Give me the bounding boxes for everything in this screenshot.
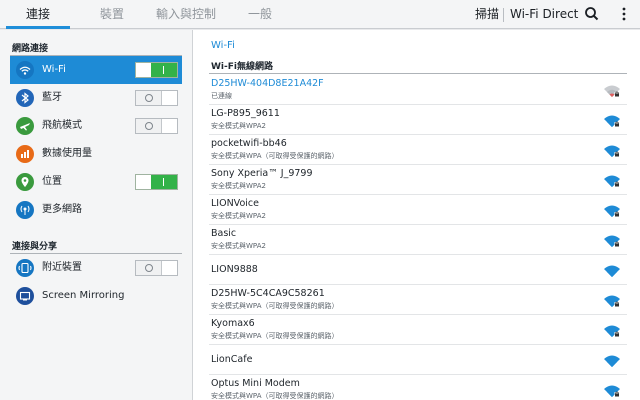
wifi-toggle[interactable] [135,62,178,78]
sidebar-item-screen-mirroring[interactable]: Screen Mirroring [10,282,182,310]
wifi-lock-icon [603,233,621,247]
sidebar-item-label: 數據使用量 [42,148,92,159]
wifi-icon [16,61,34,79]
network-name: D25HW-5C4CA9C58261 [211,288,325,299]
nearby-devices-toggle[interactable] [135,260,178,276]
sidebar-item-label: Wi-Fi [42,64,66,75]
wifi-signal-icon [603,353,621,367]
nearby-devices-icon [16,259,34,277]
wifi-lock-icon [603,173,621,187]
list-header: Wi-Fi無線網路 [211,62,273,72]
network-name: Sony Xperia™ J_9799 [211,168,313,179]
network-name: LION9888 [211,264,258,275]
network-name: pocketwifi-bb46 [211,138,287,149]
location-toggle[interactable] [135,174,178,190]
wifi-lock-icon [603,203,621,217]
network-row[interactable]: Kyomax6 安全模式與WPA（可取得受保護的網路） [209,315,627,345]
sidebar-item-bluetooth[interactable]: 藍牙 [10,84,182,112]
network-name: Optus Mini Modem [211,378,300,389]
network-row[interactable]: Optus Mini Modem 安全模式與WPA（可取得受保護的網路） [209,375,627,400]
top-bar: 連接 裝置 輸入與控制 一般 掃描 Wi-Fi Direct [0,0,640,29]
sidebar-item-wifi[interactable]: Wi-Fi [10,56,182,84]
divider [503,8,504,22]
active-tab-indicator [6,26,70,29]
sidebar-item-label: 更多網路 [42,204,82,215]
network-name: LG-P895_9611 [211,108,280,119]
overflow-menu-icon[interactable] [614,4,634,24]
network-security-status: 安全模式與WPA2 [211,122,266,130]
network-row[interactable]: pocketwifi-bb46 安全模式與WPA（可取得受保護的網路） [209,135,627,165]
search-icon[interactable] [582,4,602,24]
sidebar: 網路連接 Wi-Fi 藍牙 飛航模式 數據使用量 位置 更多網路 連接與分享 附… [0,30,193,400]
sidebar-item-label: 飛航模式 [42,120,82,131]
bluetooth-icon [16,89,34,107]
wifi-lock-icon [603,383,621,397]
sidebar-item-label: 位置 [42,176,62,187]
network-row[interactable]: D25HW-404D8E21A42F 已連線 [209,75,627,105]
network-row[interactable]: LionCafe [209,345,627,375]
network-row[interactable]: Sony Xperia™ J_9799 安全模式與WPA2 [209,165,627,195]
network-row[interactable]: D25HW-5C4CA9C58261 安全模式與WPA（可取得受保護的網路） [209,285,627,315]
wifi-lock-icon [603,143,621,157]
network-security-status: 安全模式與WPA2 [211,212,266,220]
sidebar-item-label: Screen Mirroring [42,290,125,301]
data-usage-icon [16,145,34,163]
sidebar-item-label: 附近裝置 [42,262,82,273]
network-security-status: 安全模式與WPA2 [211,182,266,190]
network-name: Basic [211,228,237,239]
network-name: Kyomax6 [211,318,255,329]
wifi-signal-icon [603,263,621,277]
sidebar-item-airplane[interactable]: 飛航模式 [10,112,182,140]
network-security-status: 安全模式與WPA（可取得受保護的網路） [211,392,339,400]
scan-button[interactable]: 掃描 [475,0,499,29]
sidebar-item-location[interactable]: 位置 [10,168,182,196]
section-header-network: 網路連接 [12,44,49,54]
network-security-status: 安全模式與WPA（可取得受保護的網路） [211,302,339,310]
wifi-lock-icon [603,323,621,337]
location-icon [16,173,34,191]
bluetooth-toggle[interactable] [135,90,178,106]
airplane-toggle[interactable] [135,118,178,134]
network-security-status: 已連線 [211,92,232,100]
network-row[interactable]: LION9888 [209,255,627,285]
page-title: Wi-Fi [211,40,235,51]
network-row[interactable]: LG-P895_9611 安全模式與WPA2 [209,105,627,135]
more-networks-icon [16,201,34,219]
wifi-panel: Wi-Fi Wi-Fi無線網路 D25HW-404D8E21A42F 已連線 LG-… [193,30,640,400]
section-header-sharing: 連接與分享 [12,242,58,252]
wifi-signal-icon [603,83,621,97]
sidebar-item-data-usage[interactable]: 數據使用量 [10,140,182,168]
wifi-direct-button[interactable]: Wi-Fi Direct [510,0,578,29]
network-security-status: 安全模式與WPA2 [211,242,266,250]
network-name: LionCafe [211,354,253,365]
tab-connections[interactable]: 連接 [6,0,70,29]
section-divider [209,73,627,74]
network-row[interactable]: LIONVoice 安全模式與WPA2 [209,195,627,225]
tab-controls[interactable]: 輸入與控制 [150,0,222,29]
screen-mirroring-icon [16,287,34,305]
sidebar-item-label: 藍牙 [42,92,62,103]
network-name: LIONVoice [211,198,259,209]
network-security-status: 安全模式與WPA（可取得受保護的網路） [211,152,339,160]
wifi-lock-icon [603,113,621,127]
wifi-lock-icon [603,293,621,307]
network-name: D25HW-404D8E21A42F [211,78,324,89]
tab-general[interactable]: 一般 [232,0,288,29]
airplane-icon [16,117,34,135]
tab-device[interactable]: 裝置 [80,0,144,29]
network-security-status: 安全模式與WPA（可取得受保護的網路） [211,332,339,340]
sidebar-item-more-networks[interactable]: 更多網路 [10,196,182,224]
sidebar-item-nearby-devices[interactable]: 附近裝置 [10,254,182,282]
network-row[interactable]: Basic 安全模式與WPA2 [209,225,627,255]
